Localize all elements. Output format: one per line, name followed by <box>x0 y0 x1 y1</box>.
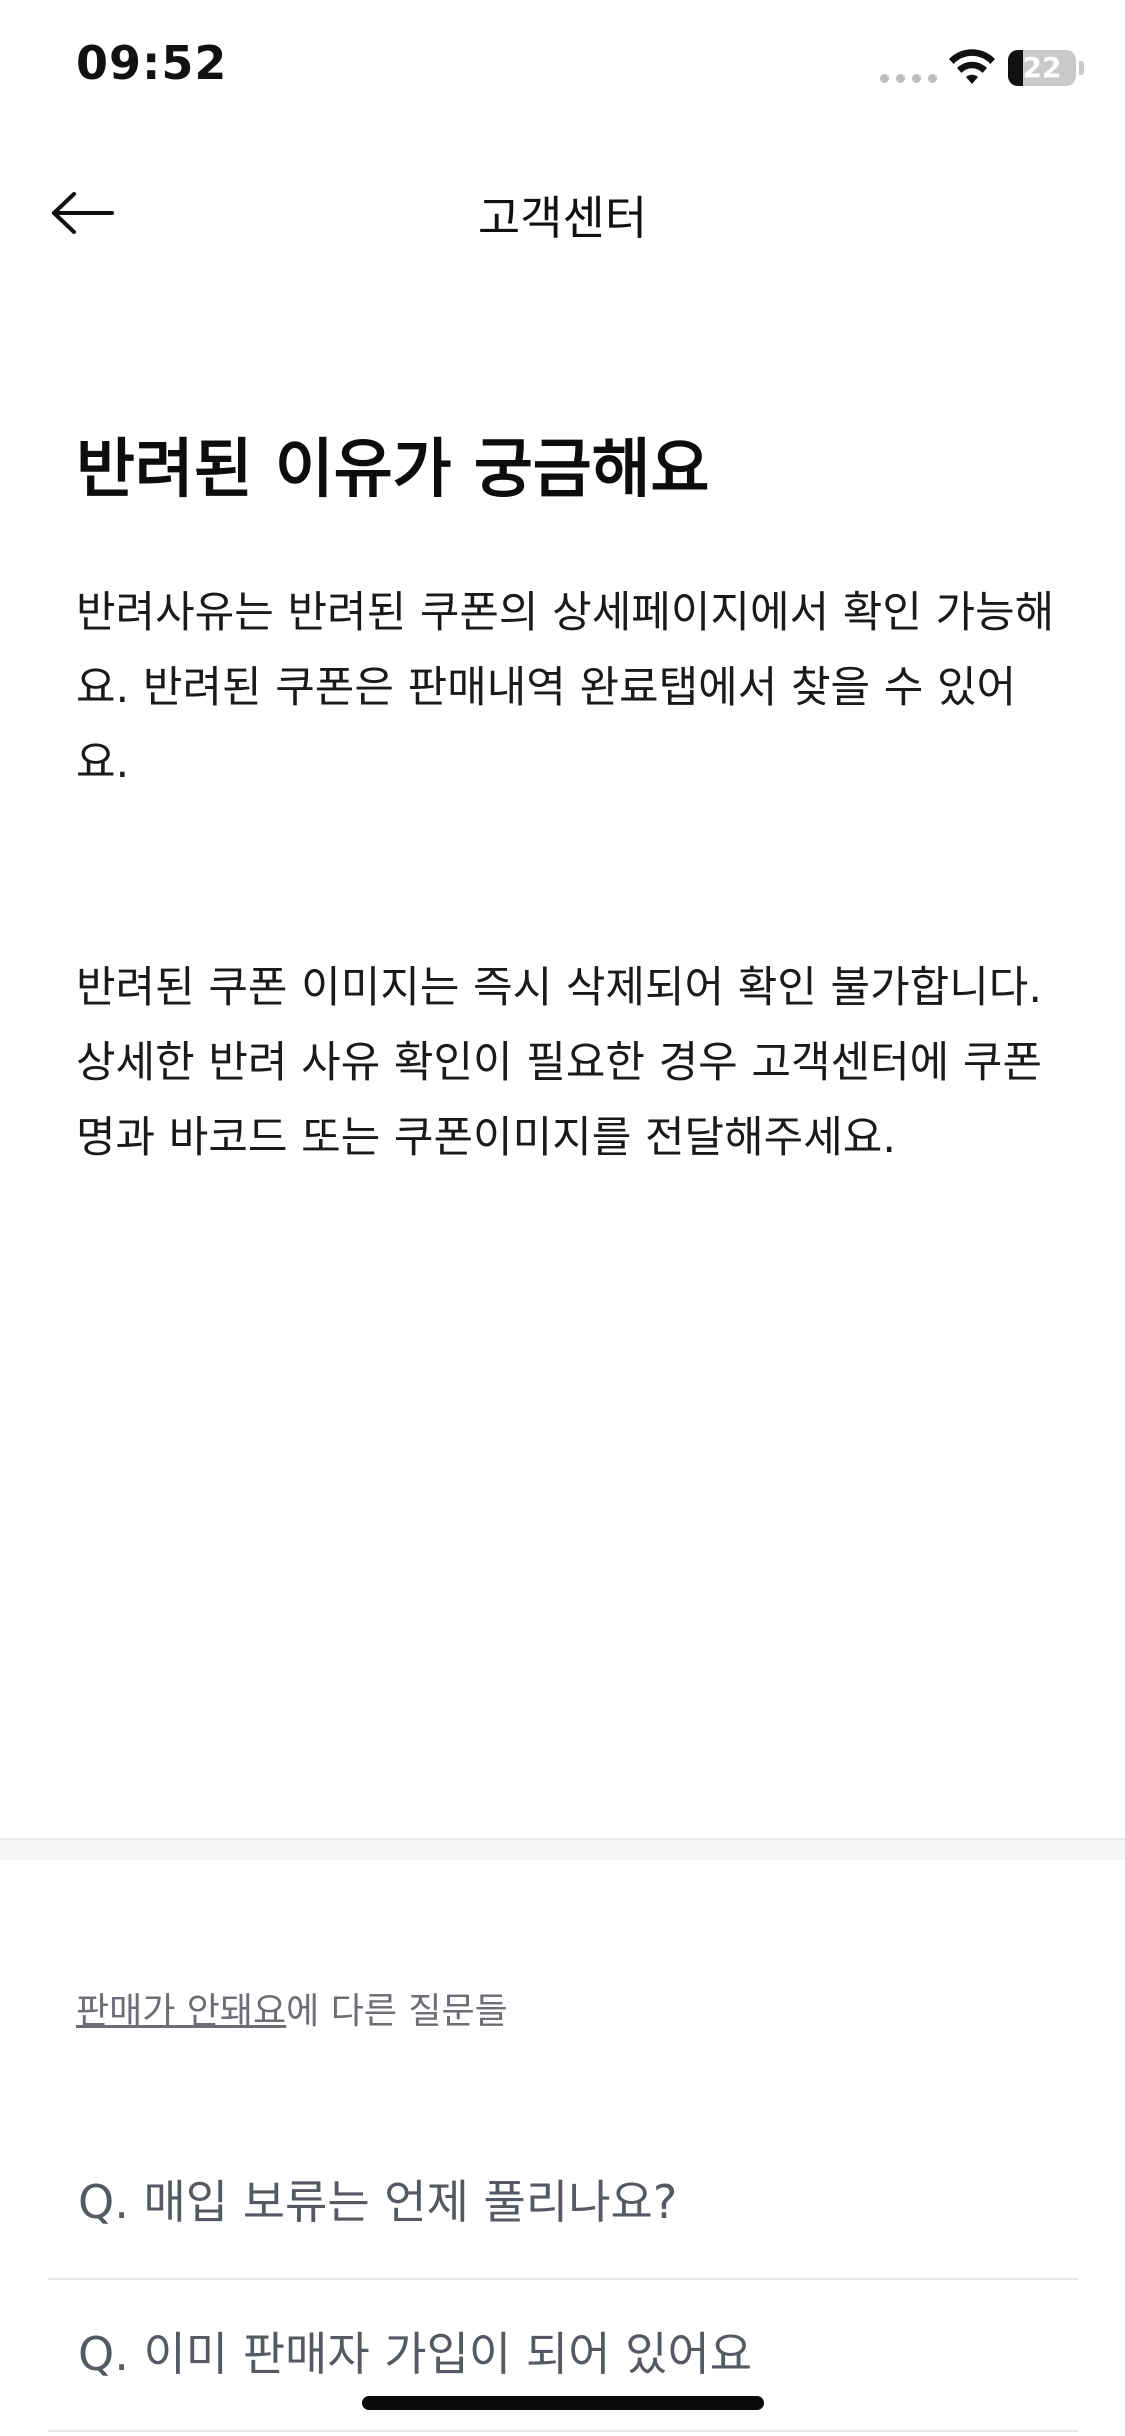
faq-question: Q. 이미 판매자 가입이 되어 있어요 <box>78 2327 753 2381</box>
home-indicator[interactable] <box>362 2396 764 2410</box>
faq-list: Q. 매입 보류는 언제 풀리나요? Q. 이미 판매자 가입이 되어 있어요 <box>48 2128 1078 2432</box>
wifi-icon <box>949 49 995 84</box>
signal-dots-icon <box>880 74 937 83</box>
related-questions-header: 판매가 안돼요에 다른 질문들 <box>76 1982 508 2034</box>
status-time: 09:52 <box>76 36 228 90</box>
faq-question: Q. 매입 보류는 언제 풀리나요? <box>78 2175 678 2229</box>
battery-percent: 22 <box>1022 51 1062 84</box>
nav-title: 고객센터 <box>477 191 648 245</box>
category-link[interactable]: 판매가 안돼요 <box>76 1991 286 2032</box>
article-title: 반려된 이유가 궁금해요 <box>76 433 710 507</box>
article-paragraph: 반려사유는 반려된 쿠폰의 상세페이지에서 확인 가능해요. 반려된 쿠폰은 판… <box>76 588 1055 788</box>
battery-icon: 22 <box>1008 50 1076 86</box>
related-header-suffix: 에 다른 질문들 <box>286 1991 508 2032</box>
article: 반려된 이유가 궁금해요 반려사유는 반려된 쿠폰의 상세페이지에서 확인 가능… <box>76 430 1066 1176</box>
battery-nub <box>1079 61 1084 75</box>
faq-item[interactable]: Q. 매입 보류는 언제 풀리나요? <box>48 2128 1078 2280</box>
article-paragraph: 반려된 쿠폰 이미지는 즉시 삭제되어 확인 불가합니다. 상세한 반려 사유 … <box>76 963 1042 1163</box>
section-divider <box>0 1838 1125 1860</box>
nav-bar: 고객센터 <box>0 160 1125 270</box>
status-bar: 09:52 22 <box>0 0 1125 140</box>
